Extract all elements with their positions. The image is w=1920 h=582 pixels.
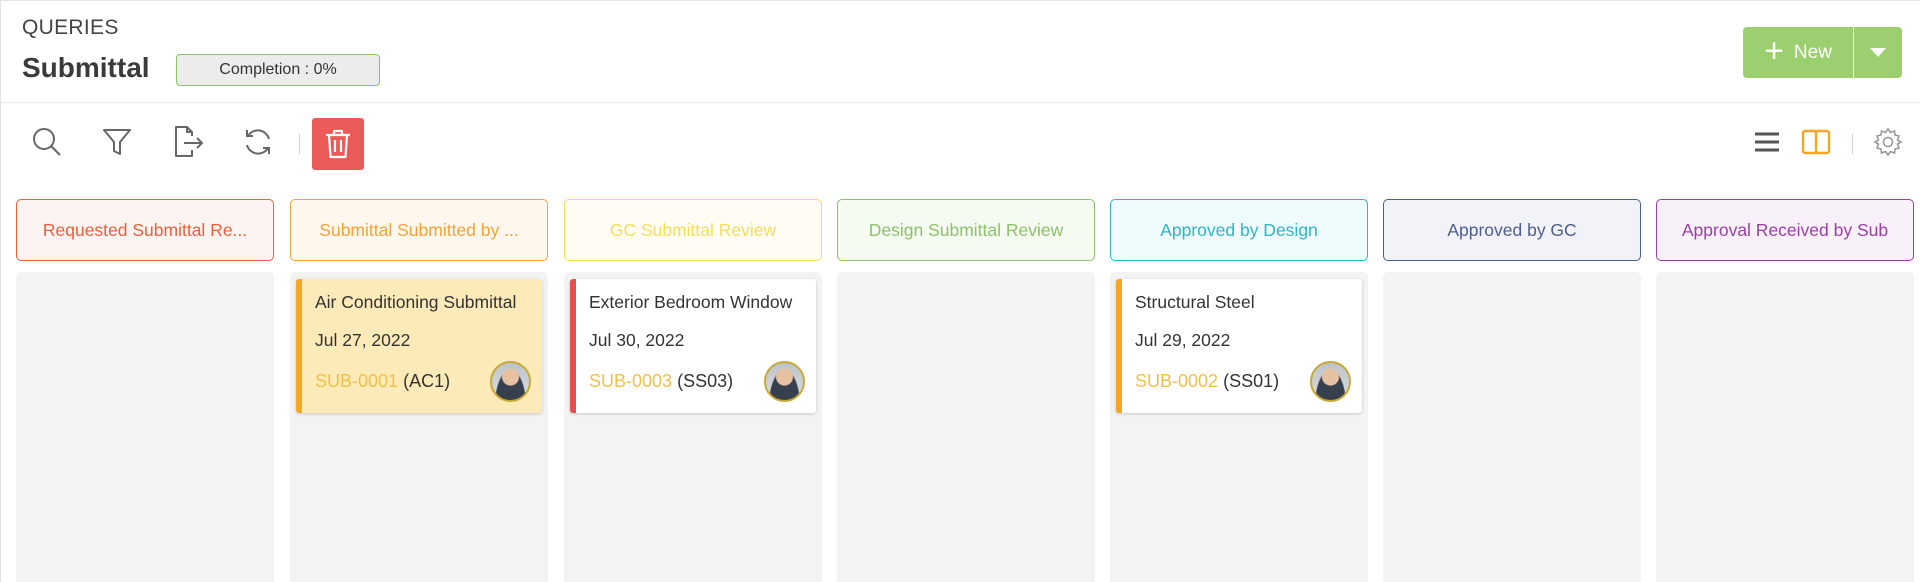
column-header[interactable]: Requested Submittal Re... xyxy=(16,199,274,261)
column-header[interactable]: Approved by Design xyxy=(1110,199,1368,261)
search-icon xyxy=(33,128,61,156)
column-header[interactable]: Design Submittal Review xyxy=(837,199,1095,261)
refresh-icon xyxy=(246,129,270,155)
new-button-group: + New xyxy=(1743,27,1902,78)
toolbar-divider-right xyxy=(1852,134,1853,154)
submittal-card[interactable]: Air Conditioning Submittal Jul 27, 2022 SU… xyxy=(296,279,542,413)
column-header-label: GC Submittal Review xyxy=(609,219,777,240)
column-body xyxy=(837,272,1095,582)
card-code: SUB-0001 (AC1) xyxy=(315,371,450,392)
card-code: SUB-0002 (SS01) xyxy=(1135,371,1279,392)
search-button[interactable] xyxy=(27,122,67,162)
column-body xyxy=(1383,272,1641,582)
card-code: SUB-0003 (SS03) xyxy=(589,371,733,392)
toolbar-divider xyxy=(299,134,300,154)
avatar[interactable] xyxy=(764,361,805,402)
filter-icon xyxy=(103,129,131,155)
card-date: Jul 30, 2022 xyxy=(589,330,685,350)
column-body: Air Conditioning Submittal Jul 27, 2022 SU… xyxy=(290,272,548,582)
new-button-label: New xyxy=(1793,41,1832,63)
page-header: QUERIES Submittal Completion : 0% + New xyxy=(0,0,1920,103)
column-header-label: Approved by Design xyxy=(1160,219,1318,240)
column-header[interactable]: Approval Received by Sub xyxy=(1656,199,1914,261)
card-date: Jul 29, 2022 xyxy=(1135,330,1231,350)
column-body xyxy=(1656,272,1914,582)
column-body: Exterior Bedroom Window Jul 30, 2022 SUB-0… xyxy=(564,272,822,582)
card-id-link[interactable]: SUB-0003 xyxy=(589,371,672,391)
list-view-button[interactable] xyxy=(1747,122,1787,162)
new-button[interactable]: + New xyxy=(1743,27,1853,78)
submittal-card[interactable]: Structural Steel Jul 29, 2022 SUB-0002 (SS… xyxy=(1116,279,1362,413)
column-header-label: Submittal Submitted by ... xyxy=(319,219,519,240)
card-ref: (SS01) xyxy=(1223,371,1280,391)
export-icon xyxy=(175,126,203,157)
card-id-link[interactable]: SUB-0002 xyxy=(1135,371,1218,391)
trash-icon xyxy=(326,129,350,159)
column-header[interactable]: GC Submittal Review xyxy=(564,199,822,261)
submittal-card[interactable]: Exterior Bedroom Window Jul 30, 2022 SUB-0… xyxy=(570,279,816,413)
column-body: Structural Steel Jul 29, 2022 SUB-0002 (SS… xyxy=(1110,272,1368,582)
refresh-button[interactable] xyxy=(238,122,278,162)
column-header[interactable]: Approved by GC xyxy=(1383,199,1641,261)
card-ref: (SS03) xyxy=(677,371,734,391)
settings-button[interactable] xyxy=(1868,122,1908,162)
column-header-label: Approved by GC xyxy=(1447,219,1577,240)
card-title: Air Conditioning Submittal xyxy=(315,292,517,312)
filter-button[interactable] xyxy=(97,122,137,162)
column-header-label: Requested Submittal Re... xyxy=(42,219,248,240)
card-date: Jul 27, 2022 xyxy=(315,330,411,350)
column-header-label: Design Submittal Review xyxy=(868,219,1064,240)
column-body xyxy=(16,272,274,582)
card-title: Exterior Bedroom Window xyxy=(589,292,793,312)
board-view-icon xyxy=(1801,129,1831,155)
new-dropdown-button[interactable] xyxy=(1854,27,1902,78)
page-title: Submittal xyxy=(22,52,150,83)
breadcrumb: QUERIES xyxy=(22,16,119,39)
completion-badge: Completion : 0% xyxy=(176,54,380,86)
column-header-label: Approval Received by Sub xyxy=(1681,219,1889,240)
card-title: Structural Steel xyxy=(1135,292,1255,312)
card-ref: (AC1) xyxy=(403,371,451,391)
export-button[interactable] xyxy=(168,122,208,162)
avatar[interactable] xyxy=(490,361,531,402)
column-header[interactable]: Submittal Submitted by ... xyxy=(290,199,548,261)
board-view-button[interactable] xyxy=(1796,122,1836,162)
card-id-link[interactable]: SUB-0001 xyxy=(315,371,398,391)
list-view-icon xyxy=(1755,132,1779,152)
plus-icon: + xyxy=(1764,31,1784,70)
delete-button[interactable] xyxy=(312,118,364,170)
avatar[interactable] xyxy=(1310,361,1351,402)
gear-icon xyxy=(1873,127,1903,157)
chevron-down-icon xyxy=(1870,48,1886,57)
